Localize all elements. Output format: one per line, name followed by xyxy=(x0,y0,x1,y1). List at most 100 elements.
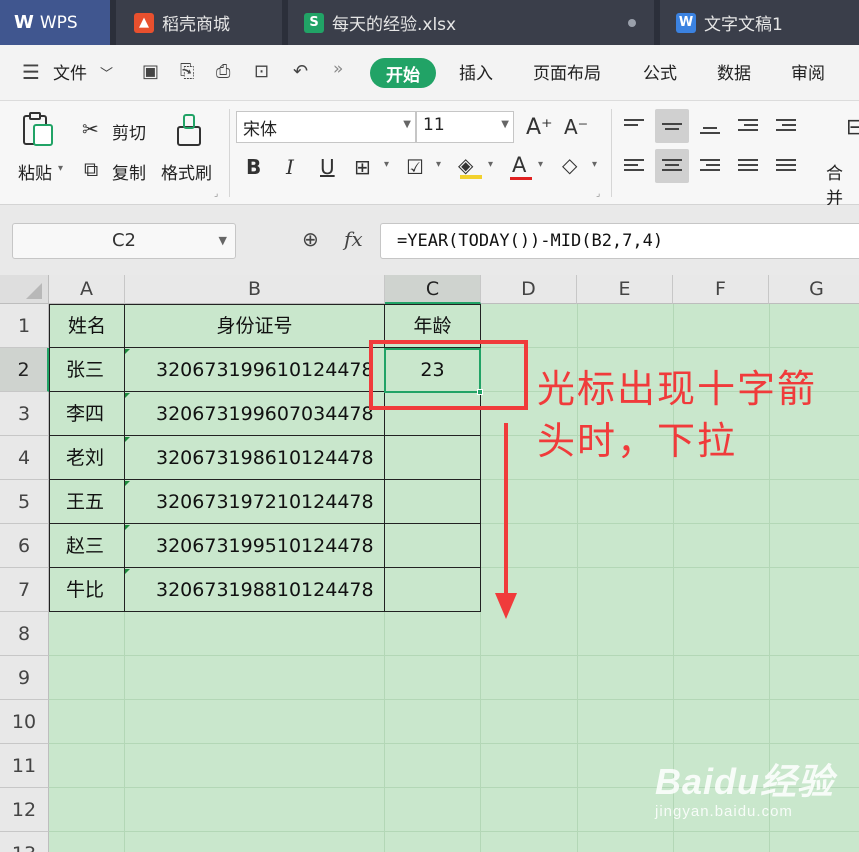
tab-page-layout[interactable]: 页面布局 xyxy=(533,59,601,84)
insert-function-button[interactable]: fx xyxy=(344,227,363,251)
cell-name[interactable]: 牛比 xyxy=(66,568,104,612)
decrease-indent-icon[interactable] xyxy=(738,119,758,133)
select-all-corner[interactable] xyxy=(0,275,49,304)
align-right-icon[interactable] xyxy=(700,159,720,173)
chevron-down-icon[interactable]: ▾ xyxy=(436,159,441,170)
cut-button[interactable]: 剪切 xyxy=(112,119,146,144)
column-header-e[interactable]: E xyxy=(577,275,673,304)
underline-icon[interactable]: U xyxy=(320,155,335,179)
cell-style-icon[interactable]: ☑ xyxy=(406,155,424,179)
formula-input[interactable]: =YEAR(TODAY())-MID(B2,7,4) xyxy=(380,223,859,259)
chevron-down-icon[interactable]: ▾ xyxy=(538,159,543,170)
cell-name[interactable]: 赵三 xyxy=(66,524,104,568)
justify-icon[interactable] xyxy=(738,159,758,173)
cell-id[interactable]: 320673199607034478 xyxy=(156,392,374,436)
scissors-icon[interactable]: ✂ xyxy=(82,117,99,141)
unsaved-dot-icon[interactable] xyxy=(628,19,636,27)
copy-icon[interactable]: ⧉ xyxy=(84,157,98,181)
decrease-font-icon[interactable]: A⁻ xyxy=(564,115,588,139)
row-header[interactable]: 9 xyxy=(0,656,49,700)
cell-name[interactable]: 张三 xyxy=(66,348,104,392)
chevron-down-icon[interactable]: ﹀ xyxy=(100,63,113,82)
paste-dropdown-icon[interactable]: ▾ xyxy=(58,163,63,174)
align-bottom-icon[interactable] xyxy=(700,127,720,141)
column-header-f[interactable]: F xyxy=(673,275,769,304)
column-header-g[interactable]: G xyxy=(769,275,859,304)
chevron-down-icon[interactable]: ▾ xyxy=(384,159,389,170)
cell-id[interactable]: 320673199610124478 xyxy=(156,348,374,392)
increase-indent-icon[interactable] xyxy=(776,119,796,133)
zoom-search-icon[interactable]: ⊕ xyxy=(302,227,319,251)
cell-id[interactable]: 320673197210124478 xyxy=(156,480,374,524)
cell-name[interactable]: 老刘 xyxy=(66,436,104,480)
borders-icon[interactable]: ⊞ xyxy=(354,155,371,179)
spreadsheet-grid[interactable]: A B C D E F G 1 2 3 4 5 6 7 8 9 10 11 12… xyxy=(0,275,859,852)
distributed-align-icon[interactable] xyxy=(776,159,796,173)
font-color-icon[interactable]: A xyxy=(512,153,526,177)
format-painter-button[interactable]: 格式刷 xyxy=(161,159,212,184)
align-center-icon[interactable] xyxy=(662,159,682,173)
paste-icon[interactable] xyxy=(20,111,56,149)
row-header[interactable]: 1 xyxy=(0,304,49,348)
print-preview-icon[interactable]: ⊡ xyxy=(254,61,269,82)
chevron-down-icon[interactable]: ▾ xyxy=(592,159,597,170)
chevron-down-icon[interactable]: ▾ xyxy=(488,159,493,170)
paste-button[interactable]: 粘贴 xyxy=(18,159,52,184)
print-icon[interactable]: ⎙ xyxy=(216,61,230,82)
tab-spreadsheet[interactable]: S 每天的经验.xlsx xyxy=(288,0,654,45)
font-size-select[interactable]: 11 ▼ xyxy=(416,111,514,143)
copy-button[interactable]: 复制 xyxy=(112,159,146,184)
font-launcher-icon[interactable]: ⌟ xyxy=(596,189,600,199)
cell-id[interactable]: 320673198810124478 xyxy=(156,568,374,612)
tab-document[interactable]: W 文字文稿1 xyxy=(660,0,859,45)
fill-color-icon[interactable]: ◈ xyxy=(458,153,473,177)
row-header[interactable]: 12 xyxy=(0,788,49,832)
merge-center-button[interactable]: 合并 xyxy=(826,159,859,209)
row-header[interactable]: 4 xyxy=(0,436,49,480)
increase-font-icon[interactable]: A⁺ xyxy=(526,115,553,140)
tab-review[interactable]: 审阅 xyxy=(791,59,825,84)
column-header-d[interactable]: D xyxy=(481,275,577,304)
cell-id[interactable]: 320673198610124478 xyxy=(156,436,374,480)
header-cell-name[interactable]: 姓名 xyxy=(50,304,124,348)
hamburger-menu-icon[interactable]: ☰ xyxy=(22,60,40,84)
cell-name[interactable]: 李四 xyxy=(66,392,104,436)
bold-icon[interactable]: B xyxy=(246,155,261,179)
cell-name[interactable]: 王五 xyxy=(66,480,104,524)
tab-start[interactable]: 开始 xyxy=(370,58,436,88)
tab-wps-home[interactable]: W WPS xyxy=(0,0,110,45)
tab-data[interactable]: 数据 xyxy=(717,59,751,84)
row-header[interactable]: 11 xyxy=(0,744,49,788)
format-painter-icon[interactable] xyxy=(172,113,206,149)
column-header-b[interactable]: B xyxy=(125,275,385,304)
row-header[interactable]: 3 xyxy=(0,392,49,436)
row-header[interactable]: 8 xyxy=(0,612,49,656)
row-header[interactable]: 6 xyxy=(0,524,49,568)
align-top-icon[interactable] xyxy=(624,119,644,133)
align-left-icon[interactable] xyxy=(624,159,644,173)
cell-id[interactable]: 320673199510124478 xyxy=(156,524,374,568)
row-header[interactable]: 10 xyxy=(0,700,49,744)
merge-cells-icon[interactable]: ⊟ xyxy=(846,115,859,140)
export-pdf-icon[interactable]: ⎘ xyxy=(180,61,194,82)
more-quick-access-button[interactable]: » xyxy=(333,59,343,79)
save-icon[interactable]: ▣ xyxy=(142,61,159,82)
row-header[interactable]: 13 xyxy=(0,832,49,852)
column-header-a[interactable]: A xyxy=(49,275,125,304)
row-header[interactable]: 5 xyxy=(0,480,49,524)
tab-insert[interactable]: 插入 xyxy=(459,59,493,84)
font-name-select[interactable]: 宋体 ▼ xyxy=(236,111,416,143)
row-header[interactable]: 2 xyxy=(0,348,49,392)
clipboard-launcher-icon[interactable]: ⌟ xyxy=(214,189,218,199)
tab-docer-store[interactable]: ▲ 稻壳商城 xyxy=(116,0,282,45)
header-cell-id[interactable]: 身份证号 xyxy=(125,304,384,348)
row-header[interactable]: 7 xyxy=(0,568,49,612)
column-header-c[interactable]: C xyxy=(385,275,481,304)
undo-icon[interactable]: ↶ xyxy=(293,61,308,82)
name-box[interactable]: C2 ▼ xyxy=(12,223,236,259)
italic-icon[interactable]: I xyxy=(286,155,294,179)
align-middle-icon[interactable] xyxy=(662,123,682,137)
tab-formulas[interactable]: 公式 xyxy=(643,59,677,84)
file-menu[interactable]: 文件 xyxy=(53,59,87,84)
eraser-icon[interactable]: ◇ xyxy=(562,153,577,177)
